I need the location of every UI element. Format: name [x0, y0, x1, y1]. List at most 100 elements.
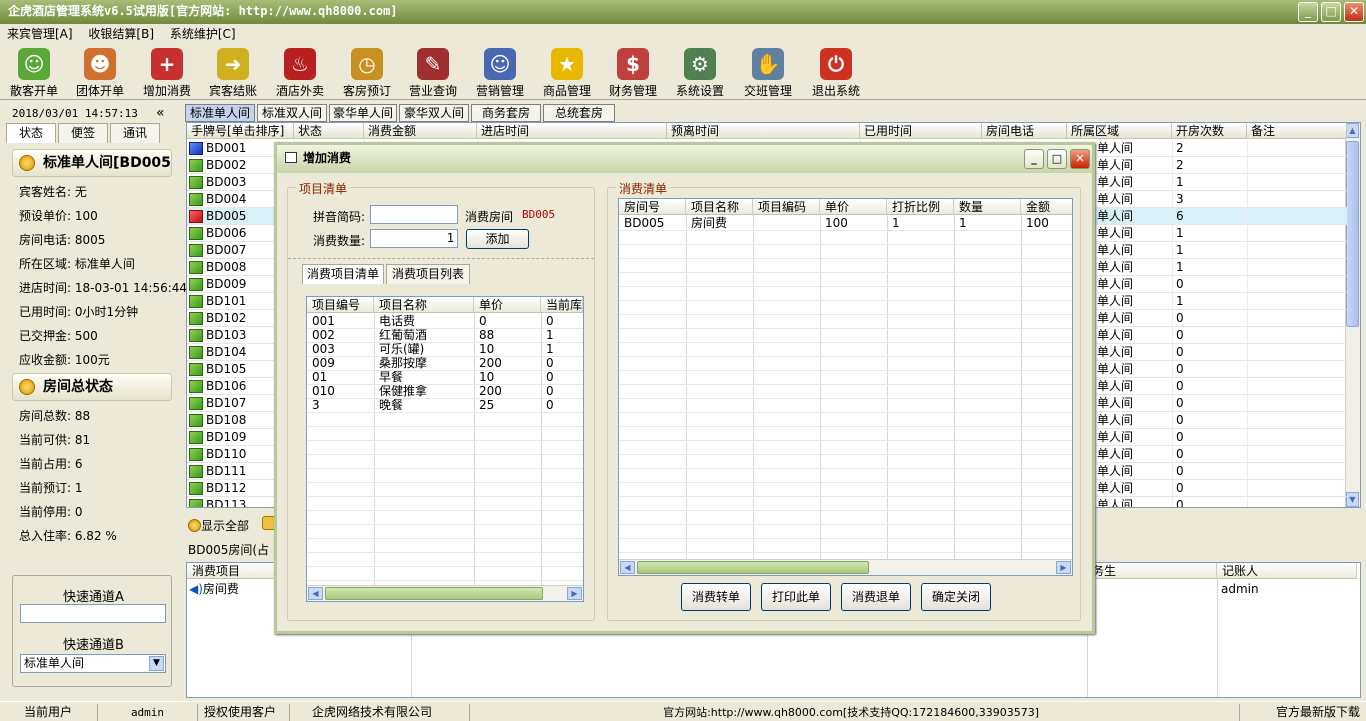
tab-status[interactable]: 状态 — [6, 123, 56, 143]
consume-header[interactable]: 数量 — [954, 199, 1021, 215]
toolbar-food-button[interactable]: ♨ 酒店外卖 — [268, 46, 332, 100]
toolbar-handshake-button[interactable]: ✋ 交班管理 — [736, 46, 800, 100]
list-item[interactable]: 3 晚餐 25 0 — [307, 398, 583, 412]
list-item[interactable]: 003 可乐(罐) 10 1 — [307, 342, 583, 356]
toolbar-person-button[interactable]: ☺ 散客开单 — [2, 46, 66, 100]
scroll-thumb[interactable] — [637, 561, 869, 574]
toolbar-finance-button[interactable]: $ 财务管理 — [601, 46, 665, 100]
scroll-right-icon[interactable]: ▶ — [1056, 561, 1071, 574]
close-button[interactable]: ✕ — [1344, 2, 1364, 22]
transfer-button[interactable]: 消费转单 — [681, 583, 751, 611]
toolbar-group-button[interactable]: ☻ 团体开单 — [68, 46, 132, 100]
items-header[interactable]: 项目名称 — [374, 297, 474, 313]
grid-header[interactable]: 所属区域 — [1067, 123, 1172, 139]
show-all-button[interactable]: 显示全部 — [188, 517, 249, 534]
dialog-close-button[interactable]: ✕ — [1070, 149, 1090, 169]
menu-guest[interactable]: 来宾管理[A] — [7, 27, 73, 41]
item-cell: 25 — [479, 398, 495, 412]
consume-header[interactable]: 金额 — [1021, 199, 1072, 215]
room-tab[interactable]: 标准双人间 — [257, 104, 327, 122]
grid-header[interactable]: 消费金额 — [364, 123, 477, 139]
scroll-thumb[interactable] — [325, 587, 543, 600]
detail-row-item[interactable]: ◀)房间费 — [189, 582, 239, 596]
refund-button[interactable]: 消费退单 — [841, 583, 911, 611]
consume-header[interactable]: 打折比例 — [887, 199, 954, 215]
detail-header-recorder[interactable]: 记账人 — [1217, 563, 1357, 579]
item-cell: 保健推拿 — [379, 384, 428, 398]
consume-horizontal-scrollbar[interactable]: ◀ ▶ — [619, 559, 1072, 575]
tab-contacts[interactable]: 通讯 — [110, 123, 160, 143]
item-cell: 88 — [479, 328, 495, 342]
room-area: 单人间 — [1097, 362, 1134, 376]
grid-header[interactable]: 手牌号[单击排序] — [187, 123, 294, 139]
room-tab[interactable]: 豪华双人间 — [399, 104, 469, 122]
menu-system[interactable]: 系统维护[C] — [170, 27, 236, 41]
items-horizontal-scrollbar[interactable]: ◀ ▶ — [307, 585, 583, 601]
toolbar-settings-button[interactable]: ⚙ 系统设置 — [668, 46, 732, 100]
room-tab[interactable]: 总统套房 — [543, 104, 615, 122]
toolbar-power-button[interactable]: ⏻ 退出系统 — [804, 46, 868, 100]
list-item[interactable]: 002 红葡萄酒 88 1 — [307, 328, 583, 342]
room-id: BD112 — [206, 481, 247, 495]
maximize-button[interactable]: □ — [1321, 2, 1341, 22]
status-field: 房间总数: 88 — [19, 409, 91, 423]
list-item[interactable]: 001 电话费 0 0 — [307, 314, 583, 328]
consume-header[interactable]: 项目名称 — [686, 199, 753, 215]
consume-header[interactable]: 房间号 — [619, 199, 686, 215]
toolbar-add-cart-button[interactable]: + 增加消费 — [135, 46, 199, 100]
qty-input[interactable]: 1 — [370, 229, 458, 248]
consume-group-label: 消费清单 — [616, 180, 671, 197]
fast-a-input[interactable] — [20, 604, 166, 623]
confirm-close-button[interactable]: 确定关闭 — [921, 583, 991, 611]
consume-header[interactable]: 项目编码 — [753, 199, 820, 215]
scroll-left-icon[interactable]: ◀ — [308, 587, 323, 600]
consume-header[interactable]: 单价 — [820, 199, 887, 215]
items-header[interactable]: 项目编号 — [307, 297, 374, 313]
toolbar-arrow-button[interactable]: ➜ 宾客结账 — [201, 46, 265, 100]
list-item[interactable]: 009 桑那按摩 200 0 — [307, 356, 583, 370]
title-bar: 企虎酒店管理系统v6.5试用版[官方网站: http://www.qh8000.… — [0, 0, 1366, 24]
items-header[interactable]: 当前库 — [541, 297, 583, 313]
list-item[interactable]: 010 保健推拿 200 0 — [307, 384, 583, 398]
room-area: 单人间 — [1097, 226, 1134, 240]
room-tab[interactable]: 商务套房 — [471, 104, 541, 122]
tab-notes[interactable]: 便签 — [58, 123, 108, 143]
toolbar-clock-button[interactable]: ◷ 客房预订 — [335, 46, 399, 100]
room-tab[interactable]: 豪华单人间 — [329, 104, 397, 122]
scroll-right-icon[interactable]: ▶ — [567, 587, 582, 600]
grid-header[interactable]: 状态 — [294, 123, 364, 139]
toolbar-label: 退出系统 — [811, 84, 860, 98]
collapse-icon[interactable]: « — [156, 105, 165, 121]
dialog-minimize-button[interactable]: _ — [1024, 149, 1044, 169]
toolbar-star-button[interactable]: ★ 商品管理 — [535, 46, 599, 100]
fast-b-select[interactable]: 标准单人间 ▼ — [20, 654, 166, 673]
minimize-button[interactable]: _ — [1298, 2, 1318, 22]
grid-header[interactable]: 进店时间 — [477, 123, 667, 139]
scroll-up-icon[interactable]: ▲ — [1346, 123, 1359, 138]
scroll-thumb[interactable] — [1346, 141, 1359, 327]
chevron-down-icon[interactable]: ▼ — [149, 656, 164, 671]
toolbar-people-button[interactable]: ☺ 营销管理 — [468, 46, 532, 100]
grid-header[interactable]: 备注 — [1247, 123, 1347, 139]
grid-header[interactable]: 已用时间 — [860, 123, 982, 139]
print-button[interactable]: 打印此单 — [761, 583, 831, 611]
scroll-left-icon[interactable]: ◀ — [620, 561, 635, 574]
scroll-down-icon[interactable]: ▼ — [1346, 492, 1359, 507]
tab-item-table[interactable]: 消费项目列表 — [386, 264, 470, 284]
dialog-maximize-button[interactable]: □ — [1047, 149, 1067, 169]
toolbar-query-button[interactable]: ✎ 营业查询 — [401, 46, 465, 100]
grid-header[interactable]: 开房次数 — [1172, 123, 1247, 139]
grid-header[interactable]: 房间电话 — [982, 123, 1067, 139]
menu-cashier[interactable]: 收银结算[B] — [88, 27, 154, 41]
room-tab[interactable]: 标准单人间 — [185, 104, 255, 122]
download-link[interactable]: 官方最新版下载 — [1240, 704, 1366, 721]
detail-header-waiter[interactable]: 务生 — [1087, 563, 1217, 579]
list-item[interactable]: 01 早餐 10 0 — [307, 370, 583, 384]
add-button[interactable]: 添加 — [466, 229, 529, 249]
vertical-scrollbar[interactable]: ▲ ▼ — [1345, 123, 1360, 507]
pinyin-input[interactable] — [370, 205, 458, 224]
table-row[interactable]: BD005 房间费 100 1 1 100 — [619, 216, 1072, 230]
tab-item-list[interactable]: 消费项目清单 — [302, 264, 384, 284]
items-header[interactable]: 单价 — [474, 297, 541, 313]
grid-header[interactable]: 预离时间 — [667, 123, 860, 139]
